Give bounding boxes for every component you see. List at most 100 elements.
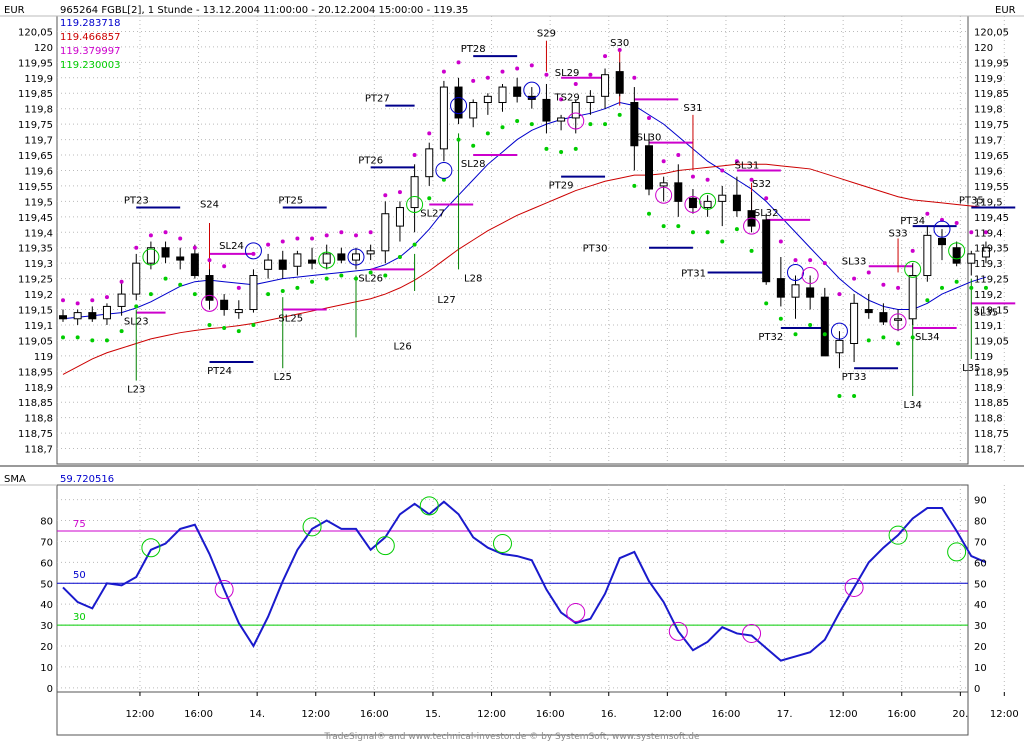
- trade-label: PT23: [124, 196, 149, 207]
- stop-dot-lower: [295, 285, 300, 290]
- stop-dot-upper: [383, 193, 388, 198]
- price-tick-left: 118,85: [18, 398, 53, 409]
- footer-copyright: TradeSignal® and www.technical-investor.…: [323, 732, 700, 742]
- stop-dot-upper: [236, 285, 241, 290]
- stop-dot-lower: [544, 146, 549, 151]
- price-tick-right: 118,85: [974, 398, 1009, 409]
- candle-body: [352, 253, 360, 261]
- stop-dot-upper: [808, 258, 813, 263]
- stop-dot-upper: [588, 72, 593, 77]
- candle-body: [264, 259, 273, 270]
- sma-tick-right: 50: [974, 579, 987, 590]
- sma-tick-left: 50: [40, 579, 53, 590]
- stop-dot-lower: [178, 282, 183, 287]
- price-tick-left: 118,95: [18, 367, 53, 378]
- stop-dot-upper: [266, 242, 271, 247]
- candle-body: [850, 302, 859, 345]
- stop-dot-upper: [837, 292, 842, 297]
- trade-label: PT31: [681, 268, 706, 279]
- price-tick-right: 119,6: [974, 166, 1003, 177]
- stop-dot-upper: [778, 239, 783, 244]
- stop-dot-upper: [324, 233, 329, 238]
- time-tick-label: 16:00: [360, 709, 389, 720]
- candle-body: [425, 148, 434, 178]
- time-tick-label: 12:00: [301, 709, 330, 720]
- stop-dot-lower: [676, 224, 681, 229]
- trade-label: PT26: [358, 155, 383, 166]
- trade-label: L28: [464, 273, 482, 284]
- trade-label: SL31: [735, 160, 760, 171]
- trade-label: SL33: [842, 256, 867, 267]
- candle-body: [249, 275, 258, 311]
- trade-label: SL26: [358, 273, 383, 284]
- stop-dot-upper: [632, 75, 637, 80]
- stop-dot-upper: [603, 54, 608, 59]
- chart-window: PT23 SL23 L23 S24 SL24 PT24 PT25 SL25 L25 PT26 PT2…: [0, 0, 1024, 742]
- candle-body: [908, 275, 917, 320]
- stop-dot-lower: [705, 230, 710, 235]
- stop-dot-lower: [104, 338, 109, 343]
- trade-label: SL27: [420, 208, 445, 219]
- candle-body: [381, 213, 390, 252]
- candle-body: [278, 259, 287, 270]
- stop-dot-lower: [866, 338, 871, 343]
- price-tick-left: 119,25: [18, 275, 53, 286]
- time-tick-label: 16:00: [184, 709, 213, 720]
- stop-dot-lower: [61, 335, 65, 340]
- price-tick-left: 119,6: [24, 166, 53, 177]
- price-tick-left: 120,05: [18, 27, 53, 38]
- trade-label: S31: [683, 103, 702, 114]
- price-tick-right: 119,9: [974, 74, 1003, 85]
- stop-dot-lower: [119, 329, 124, 334]
- stop-dot-upper: [75, 301, 80, 306]
- stop-dot-upper: [705, 177, 710, 182]
- candle-body: [73, 312, 82, 320]
- ma-value-2: 119.466857: [60, 32, 120, 43]
- candle-body: [923, 234, 932, 277]
- trade-label: PT25: [278, 196, 303, 207]
- stop-dot-upper: [661, 159, 666, 164]
- stop-dot-lower: [192, 292, 197, 297]
- candle-body: [513, 86, 522, 97]
- price-tick-right: 119,55: [974, 182, 1009, 193]
- candle-body: [410, 176, 419, 209]
- level-75-label: 75: [73, 519, 86, 530]
- stop-dot-lower: [837, 394, 842, 399]
- time-tick-label: 20.: [952, 709, 968, 720]
- price-tick-left: 119,8: [24, 105, 53, 116]
- level-50-label: 50: [73, 570, 86, 581]
- price-tick-left: 119,05: [18, 336, 53, 347]
- trade-label: L27: [437, 295, 455, 306]
- candle-body: [366, 250, 375, 255]
- sma-tick-left: 80: [40, 517, 53, 528]
- trade-label: S29: [537, 29, 556, 40]
- stop-dot-lower: [749, 248, 754, 253]
- sma-tick-left: 60: [40, 558, 53, 569]
- candle-body: [176, 256, 185, 261]
- stop-dot-upper: [690, 174, 695, 179]
- time-tick-label: 15.: [425, 709, 441, 720]
- price-tick-left: 119,7: [24, 136, 53, 147]
- price-tick-left: 119,85: [18, 89, 53, 100]
- candle-body: [234, 309, 243, 314]
- candle-body: [776, 278, 785, 298]
- price-tick-right: 118,9: [974, 383, 1003, 394]
- stop-dot-lower: [75, 335, 80, 340]
- price-tick-right: 119,05: [974, 336, 1009, 347]
- stop-dot-upper: [647, 115, 651, 120]
- sma-tick-right: 70: [974, 537, 987, 548]
- price-tick-left: 118,75: [18, 429, 53, 440]
- stop-dot-lower: [383, 273, 388, 278]
- stop-dot-upper: [793, 258, 798, 263]
- trade-label: S32: [752, 179, 771, 190]
- stop-dot-upper: [148, 233, 153, 238]
- price-tick-right: 119,4: [974, 228, 1003, 239]
- time-tick-label: 16.: [601, 709, 617, 720]
- price-tick-left: 119,65: [18, 151, 53, 162]
- stop-dot-lower: [515, 119, 520, 124]
- candle-body: [659, 182, 668, 187]
- candle-body: [542, 98, 551, 122]
- price-tick-right: 118,7: [974, 445, 1003, 456]
- candle-body: [615, 71, 624, 94]
- stop-dot-lower: [734, 227, 739, 232]
